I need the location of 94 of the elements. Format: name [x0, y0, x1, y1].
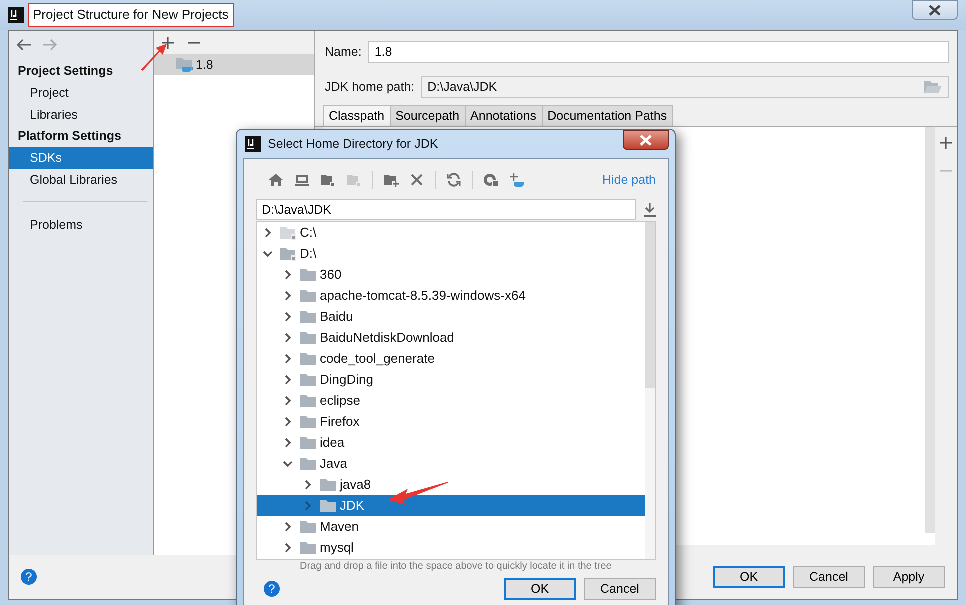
- sidebar-item[interactable]: Project: [9, 82, 153, 104]
- chevron-down-icon[interactable]: [283, 458, 293, 468]
- back-arrow-icon[interactable]: [16, 39, 32, 51]
- folder-icon: [320, 478, 337, 492]
- tree-item[interactable]: Baidu: [257, 306, 645, 327]
- dialog-button[interactable]: Apply: [873, 566, 945, 588]
- tree-item[interactable]: idea: [257, 432, 645, 453]
- chevron-down-icon[interactable]: [263, 248, 273, 258]
- drive-icon: [280, 226, 297, 240]
- chevron-right-icon[interactable]: [283, 438, 293, 448]
- chevron-right-icon[interactable]: [283, 542, 293, 552]
- folder-icon: [300, 288, 317, 302]
- add-icon[interactable]: [162, 36, 174, 48]
- close-button[interactable]: [912, 0, 958, 20]
- tree-item[interactable]: Firefox: [257, 411, 645, 432]
- folder-icon: [320, 498, 337, 512]
- sidebar-item[interactable]: SDKs: [9, 147, 153, 169]
- annotation-arrow: [139, 42, 169, 72]
- chevron-right-icon[interactable]: [283, 332, 293, 342]
- folder-icon: [300, 436, 317, 450]
- folder-icon: [300, 372, 317, 386]
- download-icon[interactable]: [644, 202, 656, 216]
- name-field[interactable]: 1.8: [368, 41, 949, 63]
- folder-icon: [300, 520, 317, 534]
- sidebar-item[interactable]: Global Libraries: [9, 169, 153, 191]
- desktop-icon[interactable]: [294, 172, 310, 188]
- tree-item[interactable]: Maven: [257, 516, 645, 537]
- tree-item[interactable]: 360: [257, 264, 645, 285]
- chevron-right-icon[interactable]: [283, 290, 293, 300]
- tree-item[interactable]: Java: [257, 453, 645, 474]
- hint-text: Drag and drop a file into the space above to quickly locate it in the tree: [299, 560, 613, 572]
- folder-icon: [300, 456, 317, 470]
- help-icon[interactable]: ?: [264, 581, 280, 597]
- chevron-right-icon[interactable]: [283, 354, 293, 364]
- chevron-right-icon[interactable]: [283, 416, 293, 426]
- scrollbar-thumb[interactable]: [645, 222, 655, 388]
- dialog-button[interactable]: Cancel: [584, 578, 656, 600]
- annotation-arrow: [388, 480, 448, 506]
- app-logo-icon: [245, 136, 261, 152]
- tab[interactable]: Sourcepath: [390, 105, 466, 126]
- new-folder-icon[interactable]: [383, 172, 399, 188]
- add-icon[interactable]: [940, 137, 952, 149]
- tab[interactable]: Classpath: [323, 105, 391, 126]
- chevron-right-icon[interactable]: [283, 312, 293, 322]
- chevron-right-icon[interactable]: [283, 270, 293, 280]
- app-logo-icon: [8, 7, 24, 23]
- window-title: Project Structure for New Projects: [33, 7, 229, 22]
- tree-item[interactable]: JDK: [257, 495, 645, 516]
- tree-item[interactable]: code_tool_generate: [257, 348, 645, 369]
- tree-item[interactable]: eclipse: [257, 390, 645, 411]
- name-label: Name:: [325, 45, 362, 59]
- folder-icon: [300, 394, 317, 408]
- jdk-folder-icon: [176, 56, 194, 72]
- tree-item[interactable]: apache-tomcat-8.5.39-windows-x64: [257, 285, 645, 306]
- tree-item[interactable]: C:\: [257, 222, 645, 243]
- hide-path-link[interactable]: Hide path: [602, 173, 656, 187]
- close-button[interactable]: [623, 130, 669, 150]
- drive-icon: [280, 246, 297, 260]
- section-heading: Platform Settings: [17, 128, 122, 145]
- jdk-home-path-label: JDK home path:: [325, 80, 415, 94]
- home-icon[interactable]: [268, 172, 284, 188]
- tree-item[interactable]: BaiduNetdiskDownload: [257, 327, 645, 348]
- tree-item[interactable]: D:\: [257, 243, 645, 264]
- dialog-title: Select Home Directory for JDK: [268, 137, 438, 151]
- sdk-list-item[interactable]: 1.8: [154, 54, 314, 75]
- tree-item[interactable]: DingDing: [257, 369, 645, 390]
- chevron-right-icon[interactable]: [283, 374, 293, 384]
- tab[interactable]: Annotations: [464, 105, 543, 126]
- folder-icon: [300, 330, 317, 344]
- sidebar-item[interactable]: Problems: [9, 214, 153, 236]
- folder-icon: [300, 352, 317, 366]
- chevron-right-icon[interactable]: [263, 228, 273, 238]
- chevron-right-icon[interactable]: [283, 396, 293, 406]
- chevron-right-icon[interactable]: [303, 480, 313, 490]
- tree-item[interactable]: java8: [257, 474, 645, 495]
- tab[interactable]: Documentation Paths: [542, 105, 674, 126]
- folder-icon: [300, 268, 317, 282]
- sidebar-item[interactable]: Libraries: [9, 104, 153, 126]
- chevron-right-icon[interactable]: [283, 522, 293, 532]
- tree-item[interactable]: mysql: [257, 537, 645, 558]
- path-field[interactable]: D:\Java\JDK: [256, 199, 636, 220]
- jdk-home-path-field[interactable]: D:\Java\JDK: [420, 76, 949, 98]
- help-icon[interactable]: ?: [21, 569, 37, 585]
- dialog-button[interactable]: Cancel: [793, 566, 865, 588]
- folder-icon: [300, 540, 317, 554]
- folder-icon: [300, 414, 317, 428]
- close-icon[interactable]: [928, 4, 942, 16]
- folder-icon: [300, 310, 317, 324]
- dialog-button[interactable]: OK: [504, 578, 576, 600]
- delete-icon[interactable]: [409, 172, 425, 188]
- section-heading: Project Settings: [17, 63, 114, 80]
- refresh-icon[interactable]: [446, 172, 462, 188]
- add-jdk-icon[interactable]: [509, 172, 525, 188]
- dialog-button[interactable]: OK: [713, 566, 785, 588]
